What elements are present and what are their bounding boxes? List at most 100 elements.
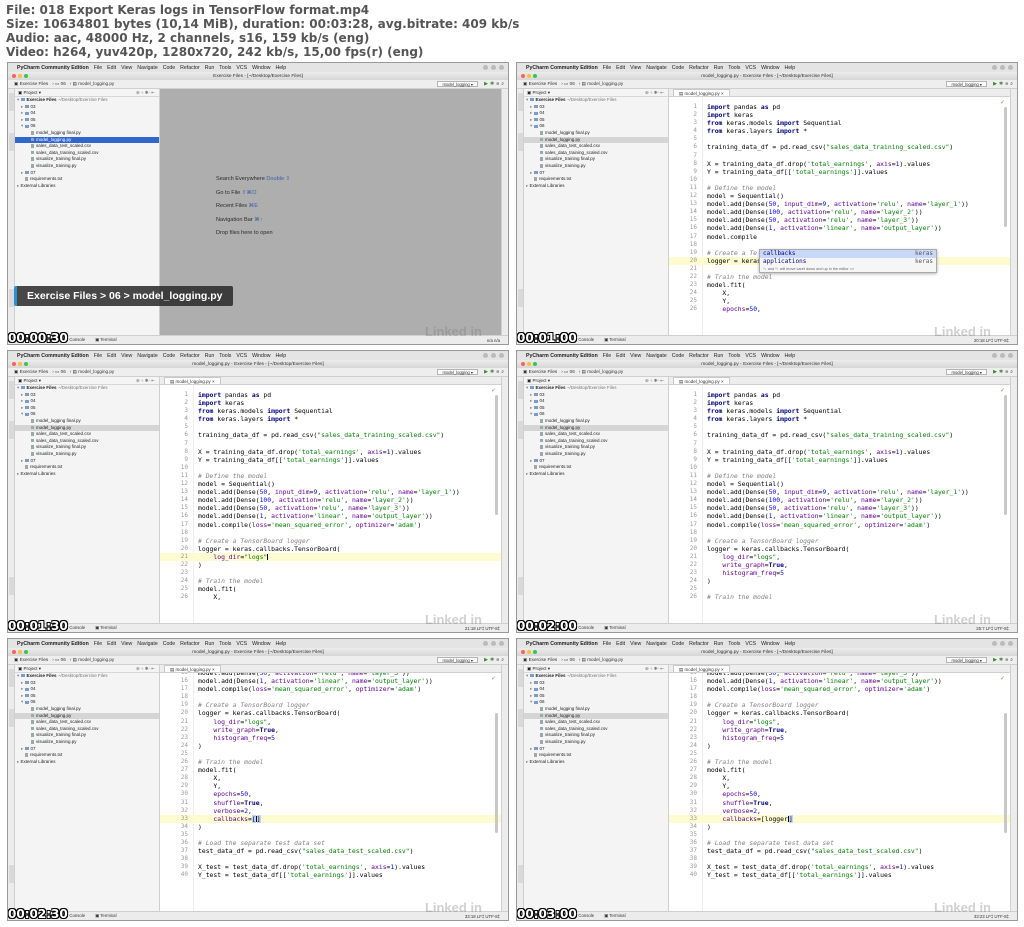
debug-icon[interactable]: ✱ (999, 657, 1003, 663)
status-terminal[interactable]: ▣ Terminal (95, 625, 116, 631)
tree-item[interactable]: ▸ 07 (524, 746, 668, 753)
menu-item-navigate[interactable]: Navigate (137, 353, 157, 359)
project-tool-tab[interactable] (518, 93, 523, 111)
tree-item[interactable]: ▸ 05 (15, 693, 159, 700)
tree-item[interactable]: ▸ 07 (15, 170, 159, 177)
tree-item[interactable]: sales_data_test_scaled.csv (15, 143, 159, 150)
project-view-selector[interactable]: ▣ Project ▾ (527, 378, 550, 384)
tree-item[interactable]: model_logging final.py (524, 130, 668, 137)
tree-item[interactable]: ▸ External Libraries (15, 471, 159, 478)
tree-item[interactable]: ▾ 06 (15, 123, 159, 130)
tree-item[interactable]: ▸ External Libraries (524, 183, 668, 190)
menu-item-refactor[interactable]: Refactor (689, 353, 709, 359)
menu-item-tools[interactable]: Tools (728, 353, 740, 359)
tree-item[interactable]: sales_data_training_scaled.csv (15, 726, 159, 733)
run-config-select[interactable]: model_logging ▾ (437, 657, 478, 663)
tree-item[interactable]: ▾ 06 (15, 699, 159, 706)
breadcrumb-root[interactable]: ▣ Exercise Files (523, 81, 557, 87)
project-toolbar-icons[interactable]: ⊕ ÷ ✱- ⇤ (645, 666, 668, 672)
tree-item[interactable]: ▸ 03 (15, 104, 159, 111)
debug-icon[interactable]: ✱ (999, 81, 1003, 87)
tree-item[interactable]: sales_data_test_scaled.csv (15, 719, 159, 726)
breadcrumb-dir[interactable]: › ▭ 06 (561, 81, 575, 87)
run-config-select[interactable]: model_logging ▾ (946, 657, 987, 663)
project-toolbar-icons[interactable]: ⊕ ÷ ✱- ⇤ (645, 378, 668, 384)
menu-item-window[interactable]: Window (761, 65, 779, 71)
project-toolbar-icons[interactable]: ⊕ ÷ ✱- ⇤ (645, 90, 668, 96)
breadcrumb-file[interactable]: › ▤ model_logging.py (70, 369, 114, 375)
menu-item-file[interactable]: File (94, 641, 102, 647)
run-config-select[interactable]: model_logging ▾ (946, 369, 987, 375)
favorites-tool-tab[interactable] (9, 865, 14, 883)
menu-item-vcs[interactable]: VCS (236, 65, 247, 71)
tree-root[interactable]: ▾ Exercise Files ~/Desktop/Exercise File… (524, 97, 668, 104)
autocomplete-item[interactable]: applications keras (760, 258, 936, 266)
tree-item[interactable]: visualize_training final.py (524, 732, 668, 739)
menu-item-vcs[interactable]: VCS (236, 641, 247, 647)
tree-item[interactable]: ▸ External Libraries (15, 759, 159, 766)
close-window-button[interactable] (521, 74, 525, 78)
breadcrumb-file[interactable]: › ▤ model_logging.py (70, 657, 114, 663)
menu-item-file[interactable]: File (603, 641, 611, 647)
tree-item[interactable]: ▸ 03 (524, 680, 668, 687)
tree-item[interactable]: model_logging final.py (524, 418, 668, 425)
menu-item-help[interactable]: Help (276, 641, 287, 647)
menu-item-run[interactable]: Run (205, 353, 215, 359)
menu-item-run[interactable]: Run (205, 65, 215, 71)
tree-item[interactable]: requirements.txt (524, 176, 668, 183)
minimize-window-button[interactable] (527, 362, 531, 366)
menu-item-vcs[interactable]: VCS (745, 65, 756, 71)
editor-scrollbar[interactable] (1004, 395, 1007, 515)
project-tool-tab[interactable] (518, 381, 523, 399)
zoom-window-button[interactable] (24, 74, 28, 78)
menu-item-view[interactable]: View (121, 353, 132, 359)
status-terminal[interactable]: ▣ Terminal (604, 625, 625, 631)
tree-item[interactable]: ▸ External Libraries (524, 471, 668, 478)
tree-item[interactable]: ▸ 05 (524, 405, 668, 412)
run-config-select[interactable]: model_logging ▾ (437, 81, 478, 87)
project-view-selector[interactable]: ▣ Project ▾ (527, 666, 550, 672)
project-tool-tab[interactable] (518, 669, 523, 687)
menu-item-file[interactable]: File (94, 353, 102, 359)
tree-item[interactable]: sales_data_test_scaled.csv (15, 431, 159, 438)
menu-item-window[interactable]: Window (252, 65, 270, 71)
run-icon[interactable]: ▶ (484, 369, 488, 375)
tree-item[interactable]: sales_data_test_scaled.csv (524, 143, 668, 150)
structure-tool-tab[interactable] (9, 709, 14, 727)
tree-item[interactable]: sales_data_training_scaled.csv (524, 438, 668, 445)
favorites-tool-tab[interactable] (518, 865, 523, 883)
tree-item[interactable]: visualize_training final.py (524, 156, 668, 163)
tree-item[interactable]: model_logging.py (524, 136, 668, 144)
project-view-selector[interactable]: ▣ Project ▾ (18, 378, 41, 384)
tree-root[interactable]: ▾ Exercise Files ~/Desktop/Exercise File… (15, 385, 159, 392)
menu-item-file[interactable]: File (603, 65, 611, 71)
breadcrumb-dir[interactable]: › ▭ 06 (561, 657, 575, 663)
tree-item[interactable]: model_logging.py (15, 712, 159, 720)
tree-item[interactable]: ▸ 03 (15, 392, 159, 399)
menu-item-run[interactable]: Run (205, 641, 215, 647)
zoom-window-button[interactable] (24, 362, 28, 366)
tree-root[interactable]: ▾ Exercise Files ~/Desktop/Exercise File… (524, 385, 668, 392)
menu-item-tools[interactable]: Tools (219, 641, 231, 647)
menu-item-navigate[interactable]: Navigate (646, 65, 666, 71)
menu-item-code[interactable]: Code (672, 65, 684, 71)
breadcrumb-file[interactable]: › ▤ model_logging.py (579, 369, 623, 375)
tree-item[interactable]: visualize_training.py (15, 739, 159, 746)
tree-item[interactable]: visualize_training.py (524, 739, 668, 746)
close-window-button[interactable] (12, 362, 16, 366)
project-view-selector[interactable]: ▣ Project ▾ (18, 666, 41, 672)
tree-item[interactable]: ▾ 06 (524, 411, 668, 418)
search-icon[interactable]: ⌕ (501, 81, 504, 87)
menu-item-edit[interactable]: Edit (107, 65, 116, 71)
favorites-tool-tab[interactable] (9, 577, 14, 595)
editor-tab-model-logging[interactable]: ▤ model_logging.py × (673, 665, 730, 672)
minimize-window-button[interactable] (18, 74, 22, 78)
tree-root[interactable]: ▾ Exercise Files ~/Desktop/Exercise File… (15, 97, 159, 104)
structure-tool-tab[interactable] (518, 709, 523, 727)
menu-item-help[interactable]: Help (785, 641, 796, 647)
menu-item-view[interactable]: View (630, 641, 641, 647)
close-window-button[interactable] (12, 74, 16, 78)
menu-item-navigate[interactable]: Navigate (646, 641, 666, 647)
tree-item[interactable]: ▾ 06 (524, 699, 668, 706)
menu-item-edit[interactable]: Edit (107, 353, 116, 359)
